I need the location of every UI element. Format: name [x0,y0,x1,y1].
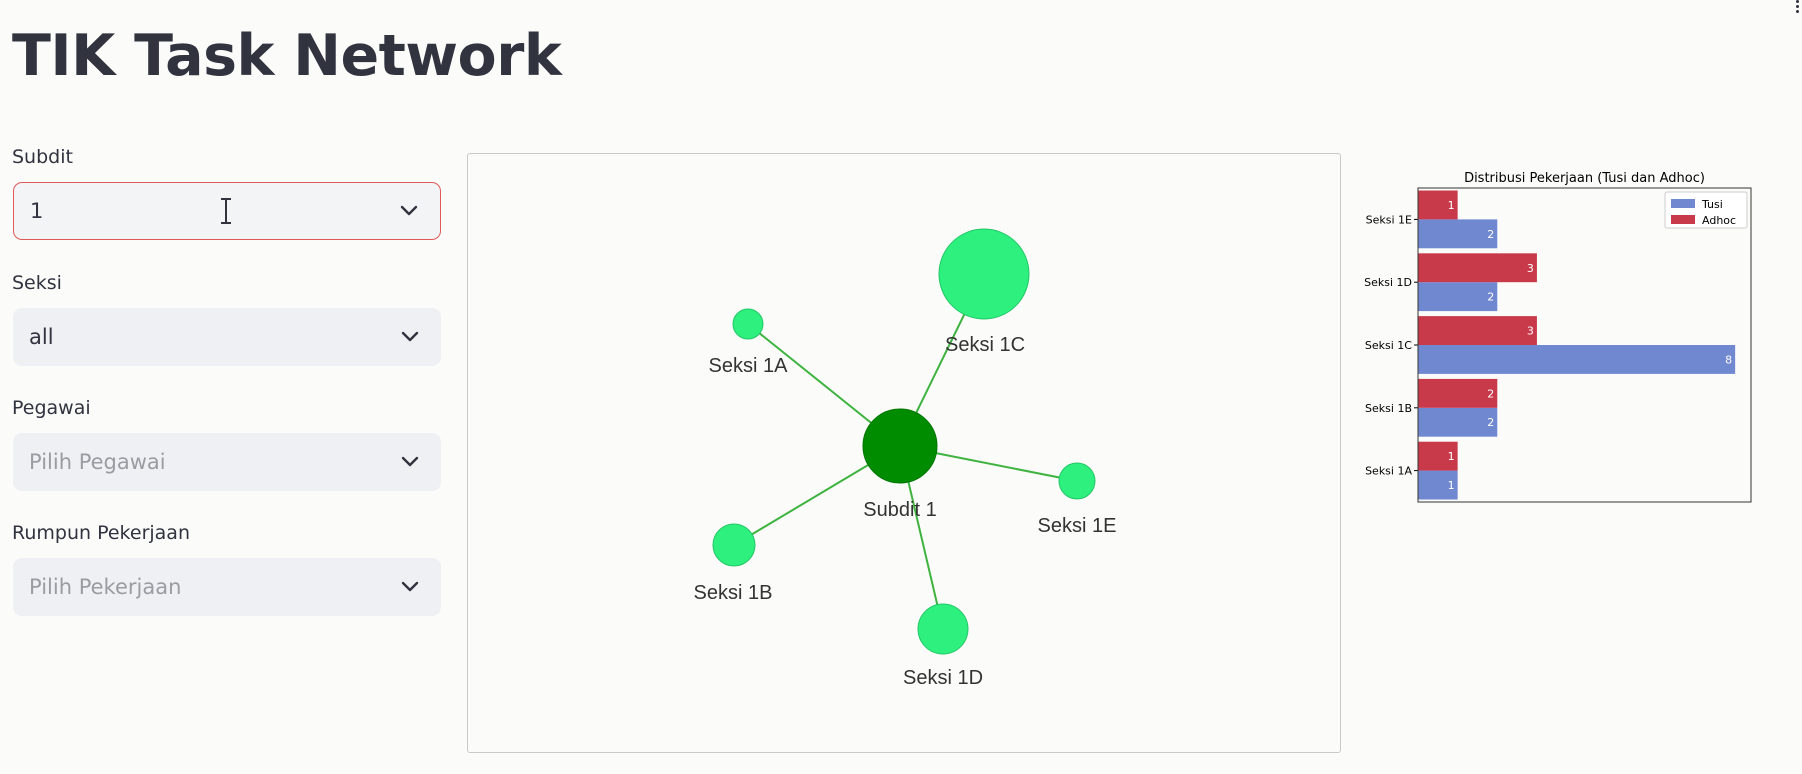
page-title: TIK Task Network [12,23,562,89]
chevron-down-icon [401,581,419,592]
chevron-down-icon [400,205,418,216]
bar-tusi-seksi-1c [1418,345,1736,374]
y-tick-label: Seksi 1E [1366,213,1412,226]
bar-value-tusi-seksi-1d: 2 [1487,291,1494,304]
rumpun-pekerjaan-select[interactable]: Pilih Pekerjaan [13,558,441,616]
legend-swatch-tusi [1671,199,1695,208]
pegawai-select[interactable]: Pilih Pegawai [13,433,441,491]
bar-value-adhoc-seksi-1e: 1 [1448,199,1455,212]
more-vertical-icon[interactable] [1794,0,1800,16]
bar-adhoc-seksi-1c [1418,316,1537,345]
node-label-seksi-1b: Seksi 1B [694,582,773,604]
y-tick-label: Seksi 1D [1364,276,1412,289]
chevron-down-icon [401,331,419,342]
network-canvas[interactable]: Seksi 1A Seksi 1B Seksi 1C Seksi 1D Seks… [468,154,1342,754]
seksi-select[interactable]: all [13,308,441,366]
rumpun-pekerjaan-label: Rumpun Pekerjaan [12,522,190,544]
node-label-seksi-1e: Seksi 1E [1038,515,1117,537]
seksi-selected-value: all [29,325,54,349]
distribution-chart-svg: Distribusi Pekerjaan (Tusi dan Adhoc) 1 1 S… [1352,170,1752,530]
node-seksi-1e[interactable] [1058,462,1096,500]
node-seksi-1c[interactable] [938,228,1030,320]
legend-swatch-adhoc [1671,215,1695,224]
pegawai-placeholder: Pilih Pegawai [29,450,166,474]
node-label-subdit-1: Subdit 1 [863,499,936,521]
node-seksi-1b[interactable] [712,523,756,567]
bar-value-tusi-seksi-1b: 2 [1487,416,1494,429]
bar-value-tusi-seksi-1c: 8 [1725,353,1732,366]
node-label-seksi-1c: Seksi 1C [945,334,1025,356]
y-tick-label: Seksi 1A [1365,465,1412,478]
bar-tusi-seksi-1d [1418,282,1498,312]
y-tick-label: Seksi 1C [1365,339,1412,352]
rumpun-pekerjaan-placeholder: Pilih Pekerjaan [29,575,182,599]
bar-value-adhoc-seksi-1b: 2 [1487,387,1494,400]
subdit-select[interactable]: 1 [13,182,441,240]
node-seksi-1a[interactable] [732,308,764,340]
subdit-selected-value: 1 [30,199,44,223]
node-subdit-1[interactable] [862,408,938,484]
node-label-seksi-1d: Seksi 1D [903,667,983,689]
bar-tusi-seksi-1b [1418,407,1498,437]
network-graph[interactable]: Seksi 1A Seksi 1B Seksi 1C Seksi 1D Seks… [467,153,1341,753]
bar-value-tusi-seksi-1a: 1 [1448,479,1455,492]
bar-value-adhoc-seksi-1d: 3 [1527,262,1534,275]
text-cursor-icon [221,198,231,224]
pegawai-label: Pegawai [12,397,91,419]
y-tick-label: Seksi 1B [1365,402,1412,415]
bar-value-adhoc-seksi-1c: 3 [1527,325,1534,338]
distribution-chart: Distribusi Pekerjaan (Tusi dan Adhoc) 1 1 S… [1352,170,1762,530]
chart-title: Distribusi Pekerjaan (Tusi dan Adhoc) [1464,171,1705,186]
node-seksi-1d[interactable] [917,603,969,655]
chart-left-edge [1352,170,1364,530]
node-label-seksi-1a: Seksi 1A [709,355,789,377]
bar-value-adhoc-seksi-1a: 1 [1448,450,1455,463]
subdit-label: Subdit [12,146,73,168]
seksi-label: Seksi [12,272,62,294]
bar-value-tusi-seksi-1e: 2 [1487,228,1494,241]
legend-label-adhoc: Adhoc [1702,214,1736,227]
bar-adhoc-seksi-1d [1418,253,1537,283]
bar-tusi-seksi-1e [1418,219,1498,249]
legend-label-tusi: Tusi [1701,198,1723,211]
bar-adhoc-seksi-1b [1418,378,1498,408]
chevron-down-icon [401,456,419,467]
